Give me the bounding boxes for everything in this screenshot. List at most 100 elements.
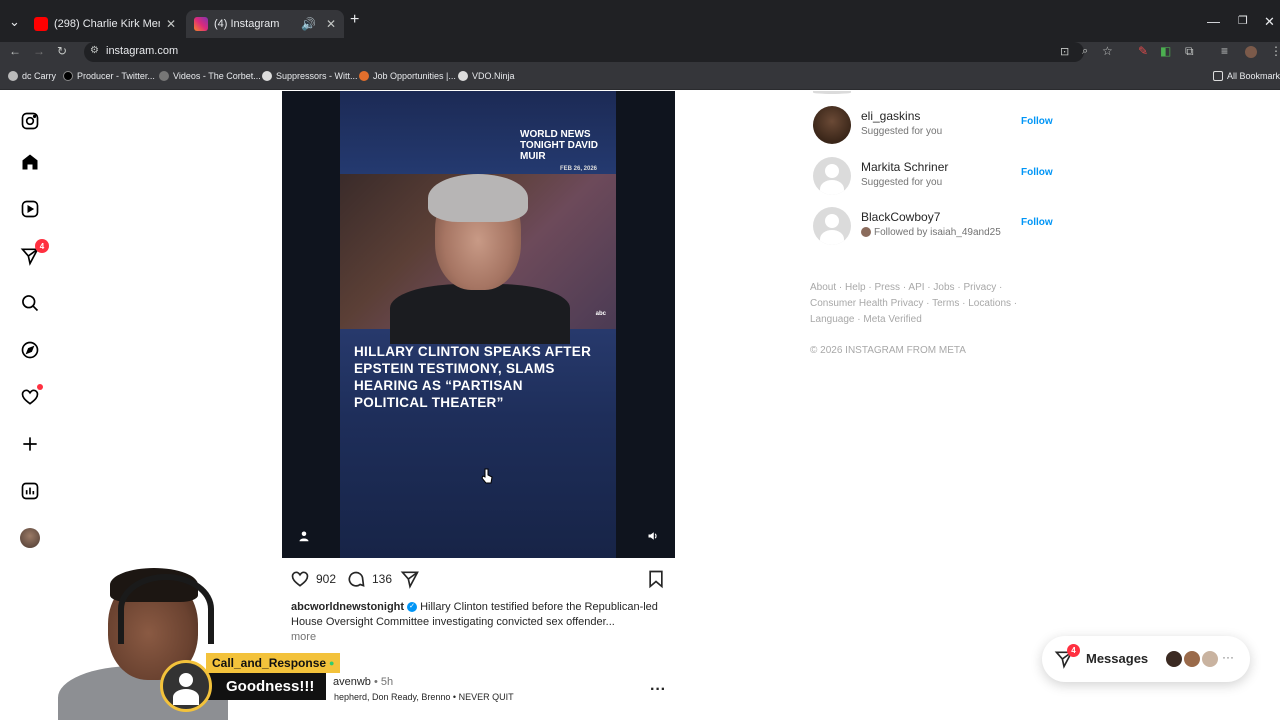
bookmark-item[interactable]: Job Opportunities |...	[359, 71, 456, 81]
comment-button[interactable]: 136	[346, 569, 392, 589]
browser-toolbar: ← → ↻ ⚙ instagram.com ⊡ ⌕ ☆ ✎ ◧ ⧉ ≡ ⋮	[0, 42, 1280, 64]
site-info-icon[interactable]: ⚙	[90, 45, 99, 56]
address-bar[interactable]: ⚙ instagram.com ⊡ ⌕	[84, 42, 1088, 62]
dashboard-icon[interactable]	[19, 480, 41, 502]
reels-icon[interactable]	[19, 198, 41, 220]
share-button[interactable]	[400, 569, 426, 589]
suggestion-reason-text: Followed by isaiah_49and25	[874, 227, 1001, 238]
bookmark-item[interactable]: Producer - Twitter...	[63, 71, 155, 81]
footer-link[interactable]: Locations	[968, 298, 1011, 309]
create-plus-icon[interactable]	[19, 433, 41, 455]
reload-icon[interactable]: ↻	[57, 44, 67, 58]
footer-link[interactable]: Help	[845, 282, 866, 293]
follow-button[interactable]: Follow	[1021, 116, 1053, 127]
install-icon[interactable]: ⊡	[1060, 45, 1069, 58]
close-window-button[interactable]: ✕	[1264, 14, 1275, 30]
avatar[interactable]	[813, 106, 851, 144]
suggestion-name[interactable]: BlackCowboy7	[861, 210, 940, 224]
menu-kebab-icon[interactable]: ⋮	[1270, 44, 1280, 58]
back-icon[interactable]: ←	[9, 44, 21, 58]
tagged-user-icon[interactable]	[296, 528, 312, 544]
message-avatar	[1200, 649, 1220, 669]
more-dots-icon: ···	[1222, 650, 1234, 664]
footer-link[interactable]: Terms	[932, 298, 959, 309]
new-tab-button[interactable]: +	[350, 11, 359, 29]
notifications-heart-icon[interactable]	[19, 384, 43, 408]
search-icon[interactable]	[19, 292, 41, 314]
next-post-username[interactable]: avenwb	[333, 676, 371, 688]
notification-dot	[37, 384, 43, 390]
restore-button[interactable]: ❐	[1238, 14, 1248, 27]
post-video[interactable]: WORLD NEWS TONIGHT DAVID MUIR FEB 26, 20…	[340, 91, 616, 558]
explore-compass-icon[interactable]	[19, 339, 41, 361]
zoom-icon[interactable]: ⌕	[1082, 45, 1088, 58]
speaker-icon[interactable]: 🔊	[301, 17, 316, 31]
post-caption: abcworldnewstonight ✓ Hillary Clinton test…	[291, 600, 671, 630]
bookmark-item[interactable]: VDO.Ninja	[458, 71, 515, 81]
footer-link[interactable]: Press	[875, 282, 901, 293]
verified-badge-icon: ✓	[407, 602, 418, 613]
footer-link[interactable]: Privacy	[963, 282, 996, 293]
message-avatar	[1164, 649, 1184, 669]
post-options-icon[interactable]: ···	[650, 681, 666, 699]
tab-search-icon[interactable]: ⌄	[9, 14, 20, 30]
bookmark-item[interactable]: Videos - The Corbet...	[159, 71, 261, 81]
footer-line-3: Language · Meta Verified	[810, 314, 922, 325]
suggestion-item: eli_gaskins Suggested for you Follow	[813, 106, 1073, 146]
extension-icon[interactable]: ◧	[1160, 44, 1171, 58]
footer-link[interactable]: About	[810, 282, 836, 293]
caption-username[interactable]: abcworldnewstonight	[291, 601, 404, 613]
forward-icon[interactable]: →	[33, 44, 45, 58]
suggestion-item: BlackCowboy7 Followed by isaiah_49and25 …	[813, 207, 1073, 247]
bookmark-item[interactable]: dc Carry	[8, 71, 56, 81]
profile-avatar-icon[interactable]	[1245, 46, 1257, 58]
reading-list-icon[interactable]: ≡	[1221, 44, 1228, 58]
all-bookmarks-label: All Bookmarks	[1227, 71, 1280, 81]
url-text: instagram.com	[106, 45, 179, 57]
follow-button[interactable]: Follow	[1021, 217, 1053, 228]
avatar[interactable]	[813, 207, 851, 245]
bookmark-label: VDO.Ninja	[472, 71, 515, 81]
tab-instagram[interactable]: (4) Instagram 🔊 ✕	[186, 10, 344, 38]
like-button[interactable]: 902	[290, 569, 336, 589]
all-bookmarks[interactable]: All Bookmarks	[1213, 71, 1280, 81]
footer-link[interactable]: Language	[810, 314, 855, 325]
save-button[interactable]	[646, 569, 672, 589]
close-tab-icon[interactable]: ✕	[166, 17, 176, 31]
follow-button[interactable]: Follow	[1021, 167, 1053, 178]
audio-icon[interactable]	[645, 528, 661, 544]
footer-link[interactable]: Consumer Health Privacy	[810, 298, 923, 309]
notifications-badge: 4	[35, 239, 49, 253]
minimize-button[interactable]: —	[1207, 14, 1220, 29]
close-tab-icon[interactable]: ✕	[326, 17, 336, 31]
direct-messages-icon[interactable]: 4	[19, 239, 49, 267]
bookmark-item[interactable]: Suppressors - Witt...	[262, 71, 358, 81]
instagram-logo-icon[interactable]	[19, 110, 41, 132]
bookmark-label: dc Carry	[22, 71, 57, 81]
bookmark-favicon-icon	[359, 71, 369, 81]
footer-link[interactable]: Meta Verified	[863, 314, 921, 325]
browser-tabstrip: ⌄ (298) Charlie Kirk Memorial - H ✕ (4) …	[0, 0, 1280, 42]
footer-link[interactable]: Jobs	[933, 282, 954, 293]
profile-avatar-icon[interactable]	[19, 527, 41, 549]
suggestion-reason: Followed by isaiah_49and25	[861, 227, 1001, 238]
messages-button[interactable]: 4 Messages ···	[1042, 636, 1250, 682]
extension-pen-icon[interactable]: ✎	[1138, 44, 1148, 58]
instagram-favicon-icon	[194, 17, 208, 31]
suggestion-name[interactable]: Markita Schriner	[861, 160, 948, 174]
caption-more-link[interactable]: more	[291, 631, 316, 643]
extensions-puzzle-icon[interactable]: ⧉	[1185, 44, 1194, 59]
home-icon[interactable]	[19, 151, 41, 173]
bookmark-star-icon[interactable]: ☆	[1102, 44, 1113, 58]
abc-watermark: abc	[595, 311, 606, 317]
post-actions: 902 136	[290, 569, 668, 589]
tab-youtube[interactable]: (298) Charlie Kirk Memorial - H ✕	[26, 10, 184, 38]
copyright: © 2026 INSTAGRAM FROM META	[810, 345, 966, 356]
footer-links: About · Help · Press · API · Jobs · Priv…	[810, 280, 1020, 328]
bookmark-label: Job Opportunities |...	[373, 71, 456, 81]
avatar[interactable]	[813, 157, 851, 195]
news-logo: WORLD NEWS TONIGHT DAVID MUIR FEB 26, 20…	[520, 129, 610, 172]
folder-icon	[1213, 71, 1223, 81]
footer-link[interactable]: API	[908, 282, 924, 293]
suggestion-name[interactable]: eli_gaskins	[861, 109, 920, 123]
